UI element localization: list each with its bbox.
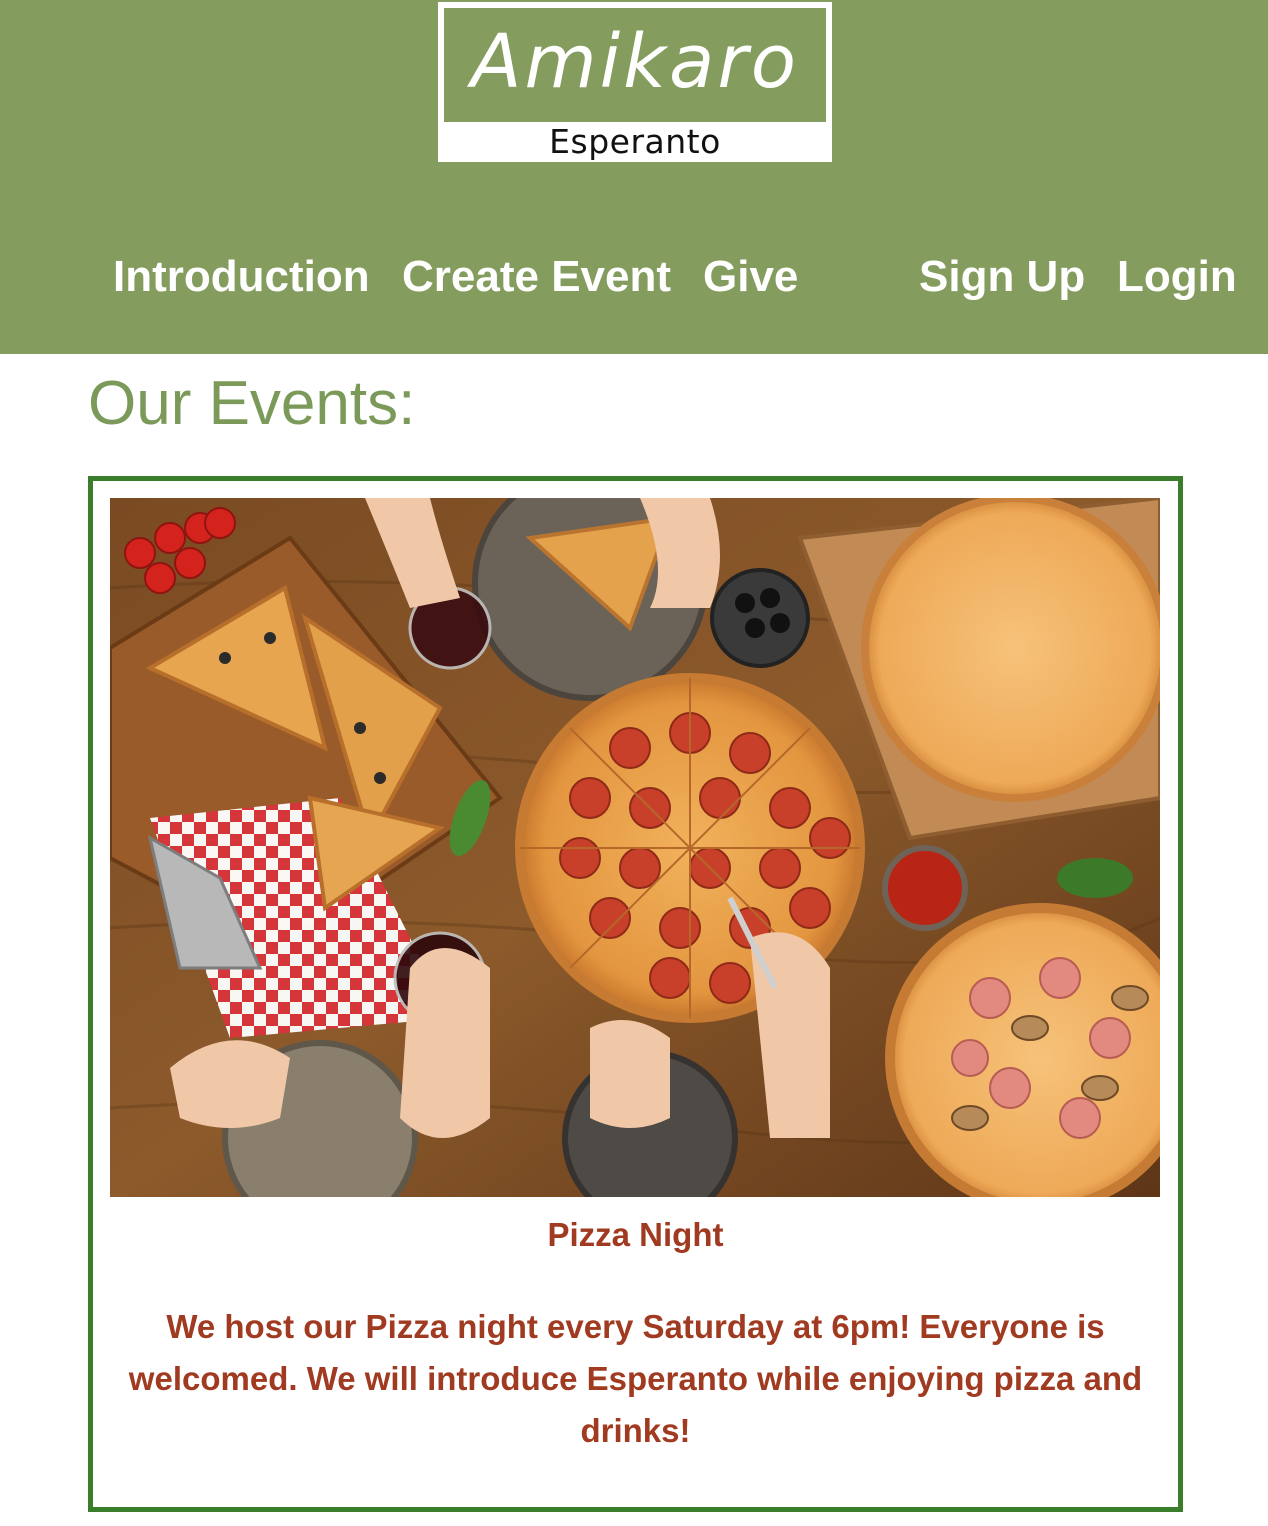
event-title: Pizza Night xyxy=(547,1216,724,1253)
site-logo[interactable]: Amikaro Esperanto xyxy=(438,2,832,162)
nav-link-create-event[interactable]: Create Event xyxy=(402,250,671,304)
logo-name-panel: Amikaro xyxy=(444,8,826,122)
event-description: We host our Pizza night every Saturday a… xyxy=(128,1308,1143,1449)
pizza-photo xyxy=(110,498,1160,1197)
page-title: Our Events: xyxy=(88,369,416,438)
site-header: Amikaro Esperanto Introduction Create Ev… xyxy=(0,0,1268,354)
logo-subtitle: Esperanto xyxy=(549,122,721,161)
logo-name: Amikaro xyxy=(470,19,800,105)
nav-link-login[interactable]: Login xyxy=(1117,250,1237,304)
nav-link-introduction[interactable]: Introduction xyxy=(113,250,370,304)
nav-link-sign-up[interactable]: Sign Up xyxy=(919,250,1085,304)
event-card: Pizza Night We host our Pizza night ever… xyxy=(88,476,1183,1512)
nav-link-give[interactable]: Give xyxy=(703,250,798,304)
